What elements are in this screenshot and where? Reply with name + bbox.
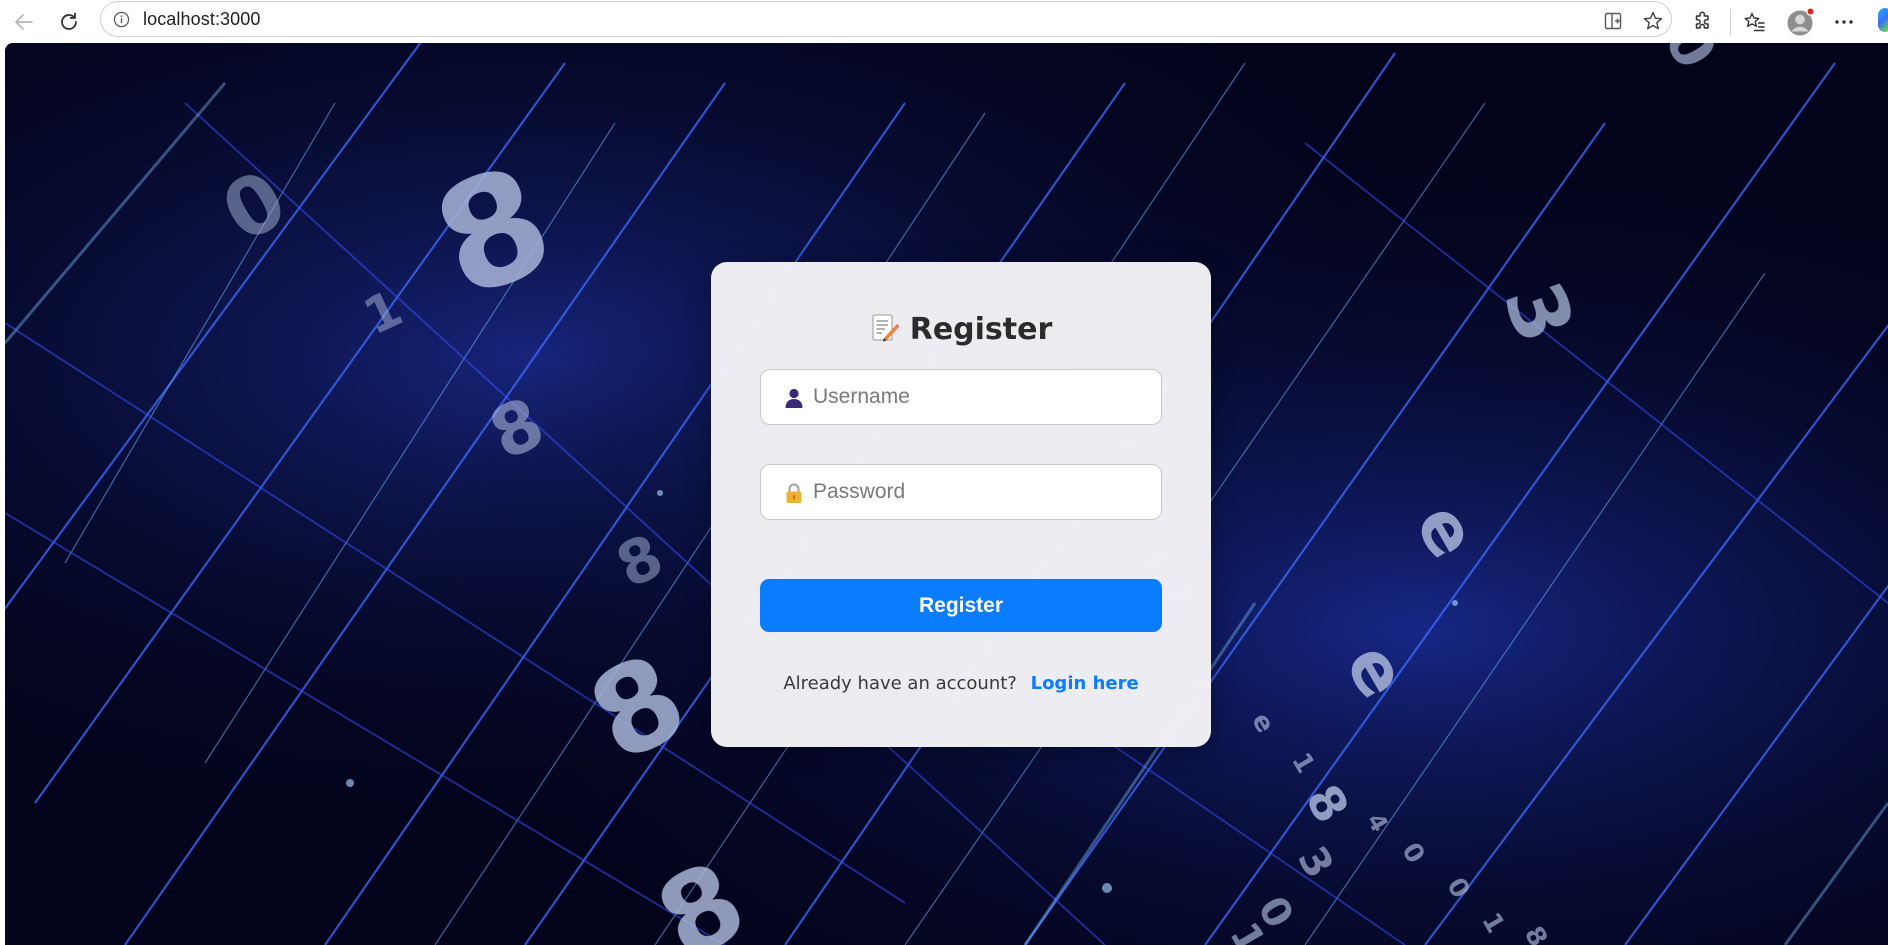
address-bar[interactable]: localhost:3000 <box>100 1 1672 37</box>
password-input[interactable] <box>813 465 1153 519</box>
split-screen-icon <box>1604 12 1622 30</box>
copilot-icon[interactable] <box>1878 8 1888 32</box>
password-field[interactable] <box>760 464 1162 520</box>
url-text[interactable]: localhost:3000 <box>143 9 261 30</box>
extensions-icon <box>1695 11 1709 29</box>
register-card: Register Register Already have an accoun… <box>711 262 1211 747</box>
reload-icon <box>61 12 77 30</box>
username-field[interactable] <box>760 369 1162 425</box>
more-options-icon <box>1835 20 1853 24</box>
profile-button[interactable] <box>1783 5 1817 39</box>
more-options-button[interactable] <box>1827 5 1861 39</box>
reload-button[interactable] <box>52 5 86 39</box>
register-button[interactable]: Register <box>760 579 1162 632</box>
login-prompt-text: Already have an account? <box>783 673 1017 694</box>
lock-icon <box>786 483 802 503</box>
user-icon <box>785 388 803 408</box>
favorite-star-icon <box>1643 11 1663 30</box>
browser-toolbar: localhost:3000 <box>0 0 1888 42</box>
info-icon[interactable] <box>113 11 130 28</box>
favorites-list-icon <box>1744 12 1765 32</box>
profile-avatar-icon <box>1787 7 1815 36</box>
memo-icon <box>872 314 900 342</box>
login-prompt: Already have an account? Login here <box>711 673 1211 694</box>
login-link[interactable]: Login here <box>1031 673 1139 694</box>
register-heading: Register <box>711 312 1211 347</box>
page-viewport: 8 0 1 8 8 8 8 3 e e 0 e 1 8 4 0 0 1 3 0 … <box>5 43 1888 945</box>
favorite-star-button[interactable] <box>1640 8 1666 34</box>
back-icon <box>15 14 33 30</box>
extensions-button[interactable] <box>1686 5 1720 39</box>
favorites-button[interactable] <box>1738 5 1772 39</box>
back-button[interactable] <box>7 5 41 39</box>
register-title-text: Register <box>909 312 1053 347</box>
split-screen-button[interactable] <box>1600 8 1626 34</box>
toolbar-divider <box>1730 9 1731 35</box>
username-input[interactable] <box>813 370 1153 424</box>
